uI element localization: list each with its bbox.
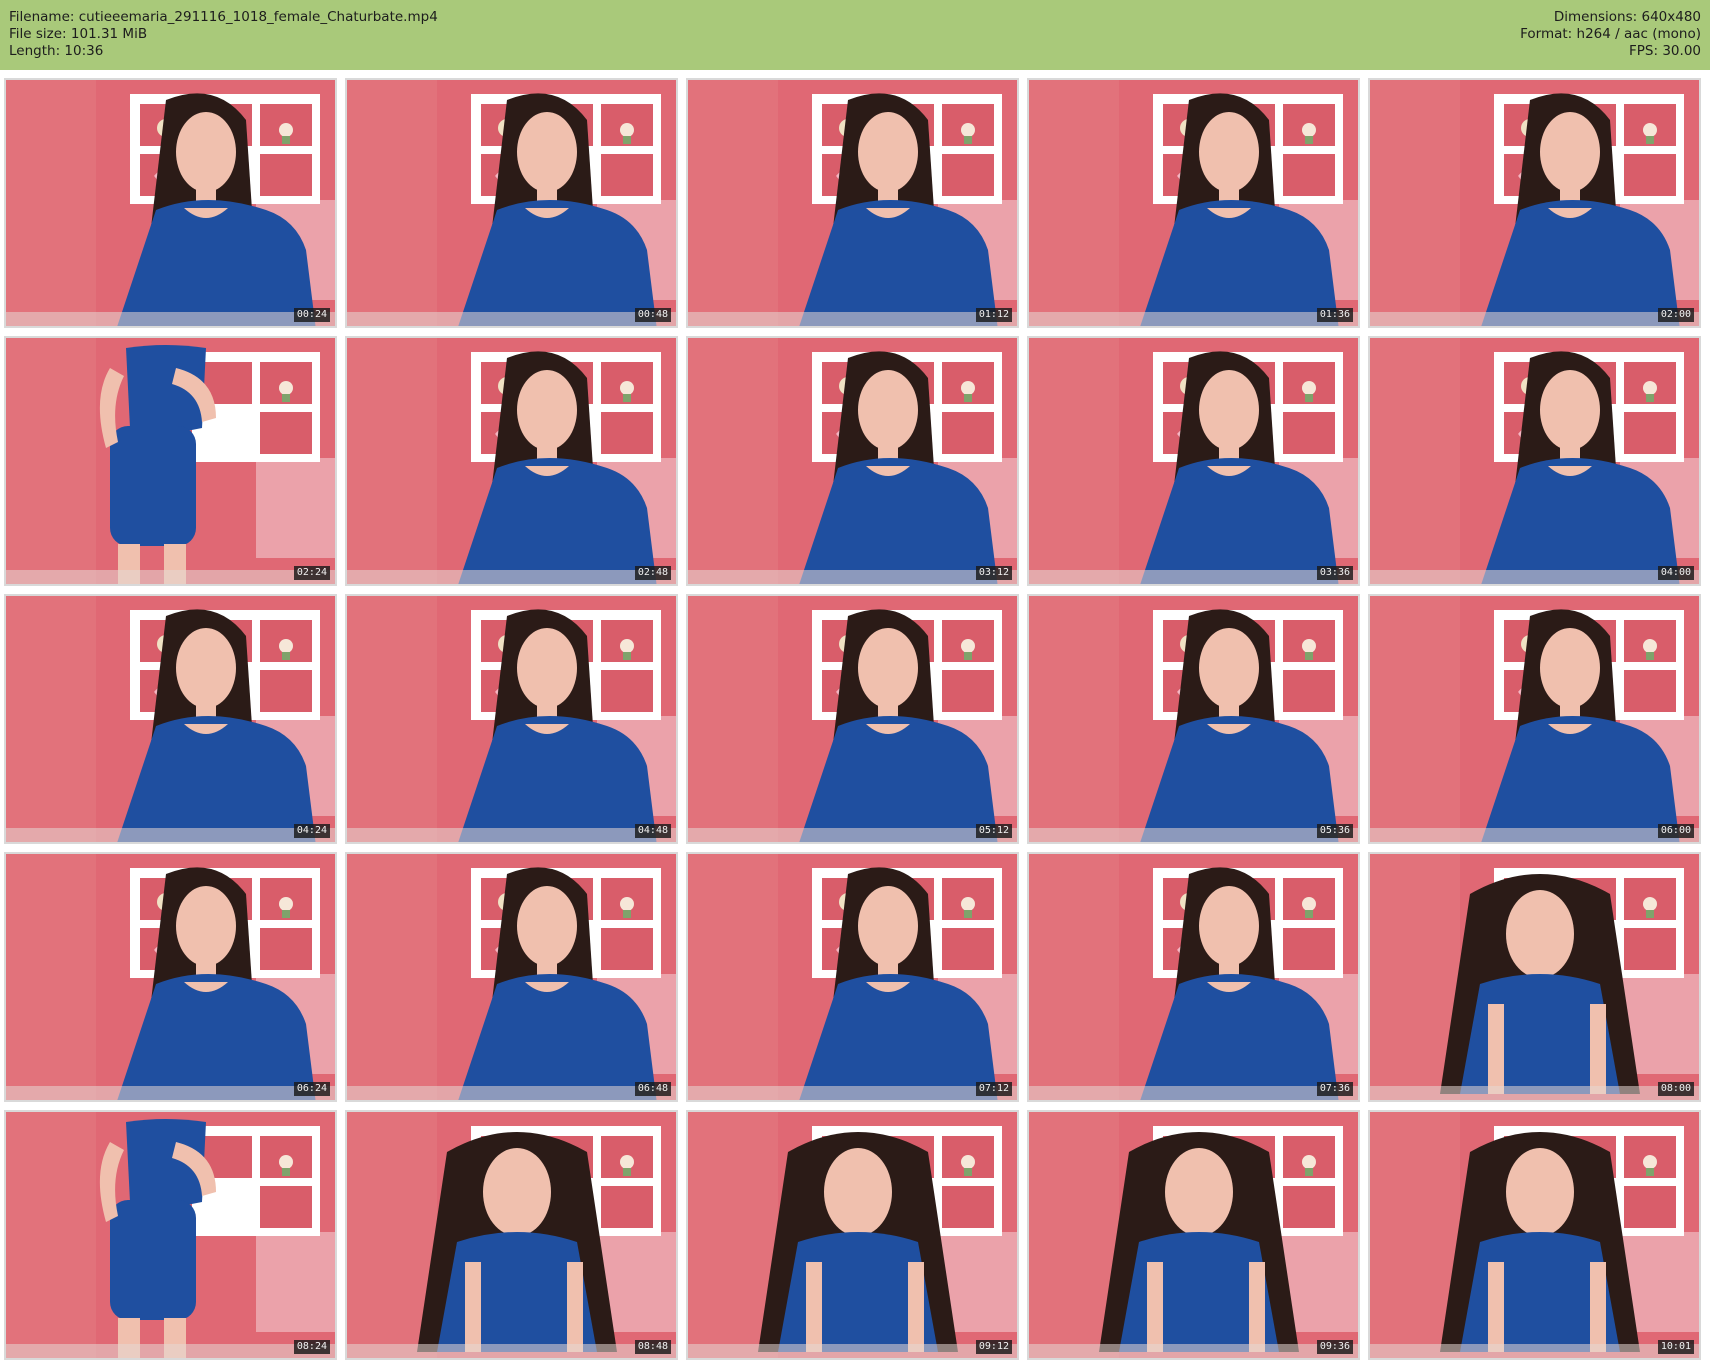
person-leaning (1440, 874, 1640, 1094)
timestamp-label: 05:36 (1316, 824, 1353, 838)
filesize-label: File size: 101.31 MiB (9, 26, 148, 42)
thumbnail-frame (6, 596, 335, 842)
video-thumbnail: 06:48 (345, 852, 678, 1102)
thumbnail-frame (1370, 1112, 1699, 1358)
thumbnail-frame (1370, 854, 1699, 1100)
file-info: Filename: cutieeemaria_291116_1018_femal… (9, 9, 438, 60)
timestamp-label: 08:48 (634, 1340, 671, 1354)
video-thumbnail: 07:12 (686, 852, 1019, 1102)
timestamp-label: 06:00 (1657, 824, 1694, 838)
video-thumbnail: 01:12 (686, 78, 1019, 328)
video-thumbnail: 08:24 (4, 1110, 337, 1360)
filename-label: Filename: cutieeemaria_291116_1018_femal… (9, 9, 438, 25)
person-leaning (1440, 1132, 1640, 1352)
timestamp-label: 02:48 (634, 566, 671, 580)
thumbnail-frame (6, 1112, 335, 1358)
thumbnail-frame (1029, 854, 1358, 1100)
timestamp-label: 01:12 (975, 308, 1012, 322)
thumbnail-frame (347, 596, 676, 842)
timestamp-label: 06:48 (634, 1082, 671, 1096)
person-leaning (417, 1132, 617, 1352)
video-thumbnail: 04:24 (4, 594, 337, 844)
timestamp-label: 04:48 (634, 824, 671, 838)
timestamp-label: 03:36 (1316, 566, 1353, 580)
thumbnail-frame (347, 80, 676, 326)
dimensions-label: Dimensions: 640x480 (1553, 9, 1701, 25)
thumbnail-frame (1029, 1112, 1358, 1358)
thumbnail-frame (347, 854, 676, 1100)
video-thumbnail: 04:00 (1368, 336, 1701, 586)
timestamp-label: 03:12 (975, 566, 1012, 580)
thumbnail-frame (688, 338, 1017, 584)
format-label: Format: h264 / aac (mono) (1520, 26, 1701, 42)
timestamp-label: 04:00 (1657, 566, 1694, 580)
thumbnail-frame (1029, 80, 1358, 326)
timestamp-label: 10:01 (1657, 1340, 1694, 1354)
timestamp-label: 00:48 (634, 308, 671, 322)
timestamp-label: 09:12 (975, 1340, 1012, 1354)
thumbnail-frame (1370, 338, 1699, 584)
timestamp-label: 07:12 (975, 1082, 1012, 1096)
video-thumbnail: 09:12 (686, 1110, 1019, 1360)
video-thumbnail: 05:36 (1027, 594, 1360, 844)
info-header: Filename: cutieeemaria_291116_1018_femal… (0, 0, 1710, 70)
thumbnail-frame (688, 854, 1017, 1100)
thumbnail-frame (6, 854, 335, 1100)
thumbnail-grid: 00:24 00:48 01:12 01:36 02:00 02:24 02:4… (0, 78, 1710, 1365)
thumbnail-frame (1370, 80, 1699, 326)
video-thumbnail: 02:48 (345, 336, 678, 586)
video-thumbnail: 02:24 (4, 336, 337, 586)
thumbnail-frame (688, 1112, 1017, 1358)
video-thumbnail: 05:12 (686, 594, 1019, 844)
timestamp-label: 08:00 (1657, 1082, 1694, 1096)
thumbnail-frame (688, 80, 1017, 326)
timestamp-label: 02:24 (293, 566, 330, 580)
timestamp-label: 05:12 (975, 824, 1012, 838)
video-thumbnail: 02:00 (1368, 78, 1701, 328)
timestamp-label: 07:36 (1316, 1082, 1353, 1096)
timestamp-label: 08:24 (293, 1340, 330, 1354)
thumbnail-frame (1029, 338, 1358, 584)
video-thumbnail: 06:24 (4, 852, 337, 1102)
timestamp-label: 00:24 (293, 308, 330, 322)
video-thumbnail: 10:01 (1368, 1110, 1701, 1360)
video-thumbnail: 04:48 (345, 594, 678, 844)
person-leaning (758, 1132, 958, 1352)
video-thumbnail: 06:00 (1368, 594, 1701, 844)
video-thumbnail: 00:48 (345, 78, 678, 328)
thumbnail-frame (1370, 596, 1699, 842)
thumbnail-frame (6, 80, 335, 326)
video-info: Dimensions: 640x480 Format: h264 / aac (… (1520, 9, 1701, 60)
video-thumbnail: 09:36 (1027, 1110, 1360, 1360)
timestamp-label: 06:24 (293, 1082, 330, 1096)
video-thumbnail: 08:00 (1368, 852, 1701, 1102)
video-thumbnail: 03:36 (1027, 336, 1360, 586)
timestamp-label: 02:00 (1657, 308, 1694, 322)
video-thumbnail: 03:12 (686, 336, 1019, 586)
timestamp-label: 04:24 (293, 824, 330, 838)
video-thumbnail: 01:36 (1027, 78, 1360, 328)
person-leaning (1099, 1132, 1299, 1352)
video-thumbnail: 00:24 (4, 78, 337, 328)
thumbnail-frame (6, 338, 335, 584)
timestamp-label: 09:36 (1316, 1340, 1353, 1354)
video-thumbnail: 07:36 (1027, 852, 1360, 1102)
thumbnail-frame (347, 1112, 676, 1358)
thumbnail-frame (688, 596, 1017, 842)
fps-label: FPS: 30.00 (1629, 43, 1701, 59)
timestamp-label: 01:36 (1316, 308, 1353, 322)
thumbnail-frame (1029, 596, 1358, 842)
video-thumbnail: 08:48 (345, 1110, 678, 1360)
length-label: Length: 10:36 (9, 43, 104, 59)
thumbnail-frame (347, 338, 676, 584)
